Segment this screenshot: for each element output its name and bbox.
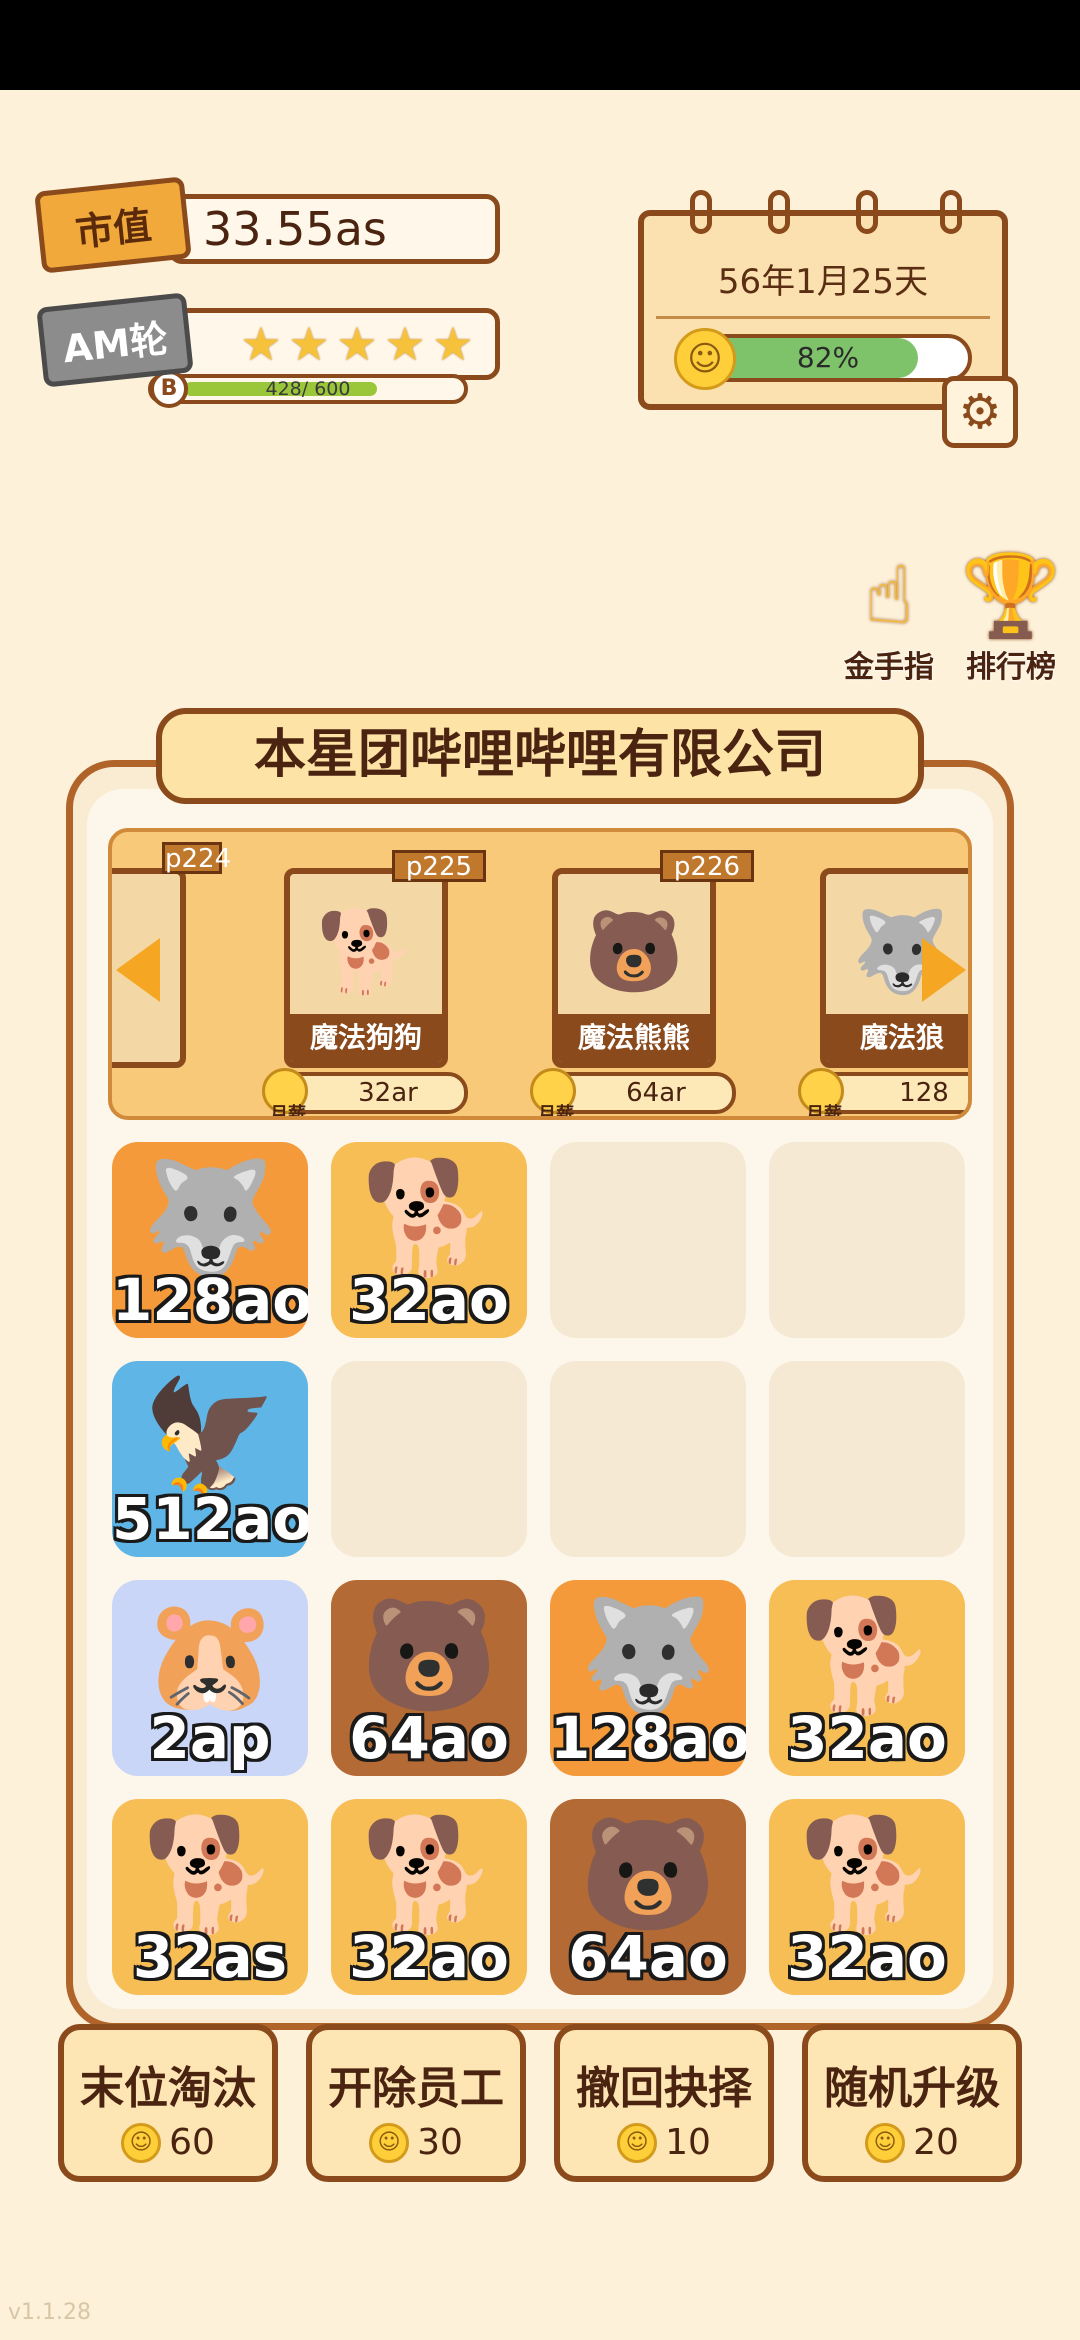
tile-value: 64ao: [568, 1923, 728, 1991]
gear-icon[interactable]: ⚙: [942, 376, 1018, 448]
star-icon: ★: [432, 317, 474, 371]
tile-value: 128ao: [550, 1704, 746, 1772]
star-icon: ★: [336, 317, 378, 371]
action-cost: ☺ 60: [64, 2122, 272, 2163]
monthly-salary-label: 月薪: [806, 1104, 842, 1120]
action-label: 末位淘汰: [80, 2063, 256, 2114]
card-name: 魔法熊熊: [558, 1014, 710, 1062]
monthly-salary-label: 月薪: [538, 1104, 574, 1120]
trophy-icon: 🏆: [961, 549, 1061, 642]
action-label: 开除员工: [328, 2063, 504, 2114]
character-portrait: [112, 882, 172, 1022]
smile-face-icon: ☺: [121, 2122, 162, 2163]
monthly-salary-label: 月薪: [270, 1104, 306, 1120]
tile-value: 32ao: [349, 1923, 509, 1991]
action-label: 撤回抉择: [576, 2063, 752, 2114]
employee-tile-shiba[interactable]: 🐕 32as: [112, 1799, 308, 1995]
employee-tile-wolf[interactable]: 🐺 128ao: [112, 1142, 308, 1338]
leaderboard-label: 排行榜: [966, 650, 1056, 685]
empty-slot[interactable]: [550, 1361, 746, 1557]
action-cost: ☺ 30: [312, 2122, 520, 2163]
empty-slot[interactable]: [769, 1361, 965, 1557]
cost-value: 60: [169, 2122, 215, 2163]
company-name: 本星团哔哩哔哩有限公司: [156, 708, 924, 804]
employee-tile-shiba[interactable]: 🐕 32ao: [769, 1580, 965, 1776]
employee-tile-hamster[interactable]: 🐹 2ap: [112, 1580, 308, 1776]
random-upgrade-button[interactable]: 随机升级 ☺ 20: [802, 2024, 1022, 2182]
tile-value: 2ap: [149, 1704, 271, 1772]
card-code: p224: [162, 842, 231, 874]
smile-face-icon: ☺: [369, 2122, 410, 2163]
recruit-carousel[interactable]: p224 🐕 魔法狗狗 p225 32ar 月薪 🐻 魔法熊熊 p226 64a…: [108, 828, 972, 1120]
employee-tile-bear[interactable]: 🐻 64ao: [550, 1799, 746, 1995]
funding-round-panel: AM轮 ★ ★ ★ ★ ★ 428/ 600 B: [36, 292, 500, 416]
employee-tile-shiba[interactable]: 🐕 32ao: [769, 1799, 965, 1995]
card-name: 魔法狗狗: [290, 1014, 442, 1062]
employee-tile-shiba[interactable]: 🐕 32ao: [331, 1142, 527, 1338]
round-progress-text: 428/ 600: [265, 378, 351, 400]
empty-slot[interactable]: [550, 1142, 746, 1338]
market-value-panel: 市值 33.55as: [34, 176, 500, 274]
star-icon: ★: [240, 317, 282, 371]
golden-finger-label: 金手指: [844, 650, 934, 685]
star-icon: ★: [288, 317, 330, 371]
employee-tile-eagle[interactable]: 🦅 512ao: [112, 1361, 308, 1557]
tile-value: 32as: [132, 1923, 288, 1991]
funding-round-tag: AM轮: [36, 292, 194, 388]
cost-value: 30: [417, 2122, 463, 2163]
dog-portrait: 🐕: [316, 905, 416, 998]
smile-face-icon: ☺: [617, 2122, 658, 2163]
round-stars: ★ ★ ★ ★ ★: [168, 308, 500, 380]
card-code: p226: [660, 850, 754, 882]
divider: [656, 316, 990, 319]
tile-value: 64ao: [349, 1704, 509, 1772]
calendar-ring: [768, 190, 790, 234]
undo-choice-button[interactable]: 撤回抉择 ☺ 10: [554, 2024, 774, 2182]
action-cost: ☺ 20: [808, 2122, 1016, 2163]
wolf-portrait: 🐺: [852, 905, 952, 998]
smile-face-icon: ☺: [865, 2122, 906, 2163]
recruit-card-magic-bear[interactable]: 🐻 魔法熊熊: [552, 868, 716, 1068]
card-code: p225: [392, 850, 486, 882]
tile-value: 32ao: [787, 1923, 947, 1991]
smile-face-icon: ☺: [674, 328, 736, 390]
golden-finger-button[interactable]: ☝ 金手指: [834, 550, 944, 690]
eliminate-last-button[interactable]: 末位淘汰 ☺ 60: [58, 2024, 278, 2182]
bear-portrait: 🐻: [584, 905, 684, 998]
round-progress-bar: 428/ 600: [148, 374, 468, 404]
game-date: 56年1月25天: [717, 262, 929, 302]
cost-value: 20: [913, 2122, 959, 2163]
empty-slot[interactable]: [769, 1142, 965, 1338]
action-cost: ☺ 10: [560, 2122, 768, 2163]
tile-value: 32ao: [787, 1704, 947, 1772]
action-label: 随机升级: [824, 2063, 1000, 2114]
market-value-tag: 市值: [34, 176, 192, 274]
calendar-ring: [690, 190, 712, 234]
employee-tile-wolf[interactable]: 🐺 128ao: [550, 1580, 746, 1776]
status-bar: [0, 0, 1080, 90]
market-value-display: 33.55as: [168, 194, 500, 264]
card-name: 魔法狼: [826, 1014, 968, 1062]
cost-value: 10: [665, 2122, 711, 2163]
employee-tile-shiba[interactable]: 🐕 32ao: [331, 1799, 527, 1995]
tile-value: 128ao: [112, 1266, 308, 1334]
calendar-ring: [856, 190, 878, 234]
version-label: v1.1.28: [8, 2300, 91, 2325]
employee-tile-bear[interactable]: 🐻 64ao: [331, 1580, 527, 1776]
empty-slot[interactable]: [331, 1361, 527, 1557]
recruit-card-magic-dog[interactable]: 🐕 魔法狗狗: [284, 868, 448, 1068]
tile-value: 512ao: [112, 1485, 308, 1553]
fire-employee-button[interactable]: 开除员工 ☺ 30: [306, 2024, 526, 2182]
pointing-hand-icon: ☝: [864, 549, 914, 642]
calendar-ring: [940, 190, 962, 234]
tile-value: 32ao: [349, 1266, 509, 1334]
star-icon: ★: [384, 317, 426, 371]
leaderboard-button[interactable]: 🏆 排行榜: [956, 550, 1066, 690]
